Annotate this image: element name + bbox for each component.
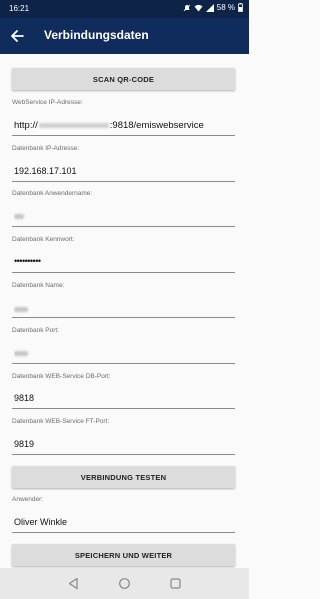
user-label: Anwender:: [12, 496, 44, 503]
status-icons: 58 %: [183, 3, 243, 12]
db-user-field[interactable]: [14, 211, 235, 221]
user-underline: [12, 532, 235, 533]
arrow-left-icon[interactable]: [8, 27, 26, 45]
db-ip-underline: [12, 181, 235, 182]
test-connection-button[interactable]: VERBINDUNG TESTEN: [12, 466, 235, 488]
square-recents-icon[interactable]: [169, 577, 182, 590]
ws-ft-port-underline: [12, 454, 235, 455]
status-bar: 16:21 58 %: [0, 0, 249, 18]
status-time: 16:21: [9, 4, 30, 13]
save-continue-button[interactable]: SPEICHERN UND WEITER: [12, 544, 235, 566]
triangle-back-icon[interactable]: [67, 577, 80, 590]
db-user-label: Datenbank Anwendername:: [12, 190, 93, 197]
system-nav-bar: [0, 568, 249, 599]
user-field[interactable]: Oliver Winkle: [14, 517, 235, 527]
battery-icon: [238, 3, 243, 12]
db-ip-field[interactable]: 192.168.17.101: [14, 166, 235, 176]
db-password-field[interactable]: ••••••••••: [14, 256, 235, 266]
signal-icon: [205, 3, 214, 12]
wifi-icon: [194, 4, 203, 11]
webservice-ip-underline: [12, 135, 235, 136]
db-password-label: Datenbank Kennwort:: [12, 236, 75, 243]
form-content: SCAN QR-CODE WebService IP-Adresse: http…: [0, 54, 249, 568]
db-ip-label: Datenbank IP-Adresse:: [12, 145, 80, 152]
redacted-host: [38, 122, 109, 128]
ws-ft-port-label: Datenbank WEB-Service FT-Port:: [12, 418, 110, 425]
ws-db-port-field[interactable]: 9818: [14, 393, 235, 403]
db-port-underline: [12, 363, 235, 364]
scan-qr-button[interactable]: SCAN QR-CODE: [12, 68, 235, 90]
ws-db-port-label: Datenbank WEB-Service DB-Port:: [12, 373, 111, 380]
redacted-value: [14, 351, 28, 357]
webservice-ip-label: WebService IP-Adresse:: [12, 99, 83, 106]
db-password-underline: [12, 272, 235, 273]
ws-ft-port-field[interactable]: 9819: [14, 439, 235, 449]
redacted-value: [14, 307, 28, 313]
circle-home-icon[interactable]: [118, 577, 131, 590]
page-title: Verbindungsdaten: [44, 28, 149, 42]
redacted-value: [14, 214, 24, 220]
db-name-field[interactable]: [14, 304, 235, 314]
ws-db-port-underline: [12, 408, 235, 409]
db-port-field[interactable]: [14, 348, 235, 358]
webservice-ip-field[interactable]: http:// :9818/emiswebservice: [14, 120, 235, 131]
db-name-underline: [12, 317, 235, 318]
db-name-label: Datenbank Name:: [12, 282, 65, 289]
db-port-label: Datenbank Port:: [12, 327, 59, 334]
battery-percent: 58 %: [216, 3, 235, 12]
db-user-underline: [12, 226, 235, 227]
app-bar: Verbindungsdaten: [0, 18, 249, 54]
webservice-ip-prefix: http://: [14, 120, 38, 131]
do-not-disturb-icon: [183, 4, 191, 11]
webservice-ip-suffix: :9818/emiswebservice: [109, 120, 204, 131]
